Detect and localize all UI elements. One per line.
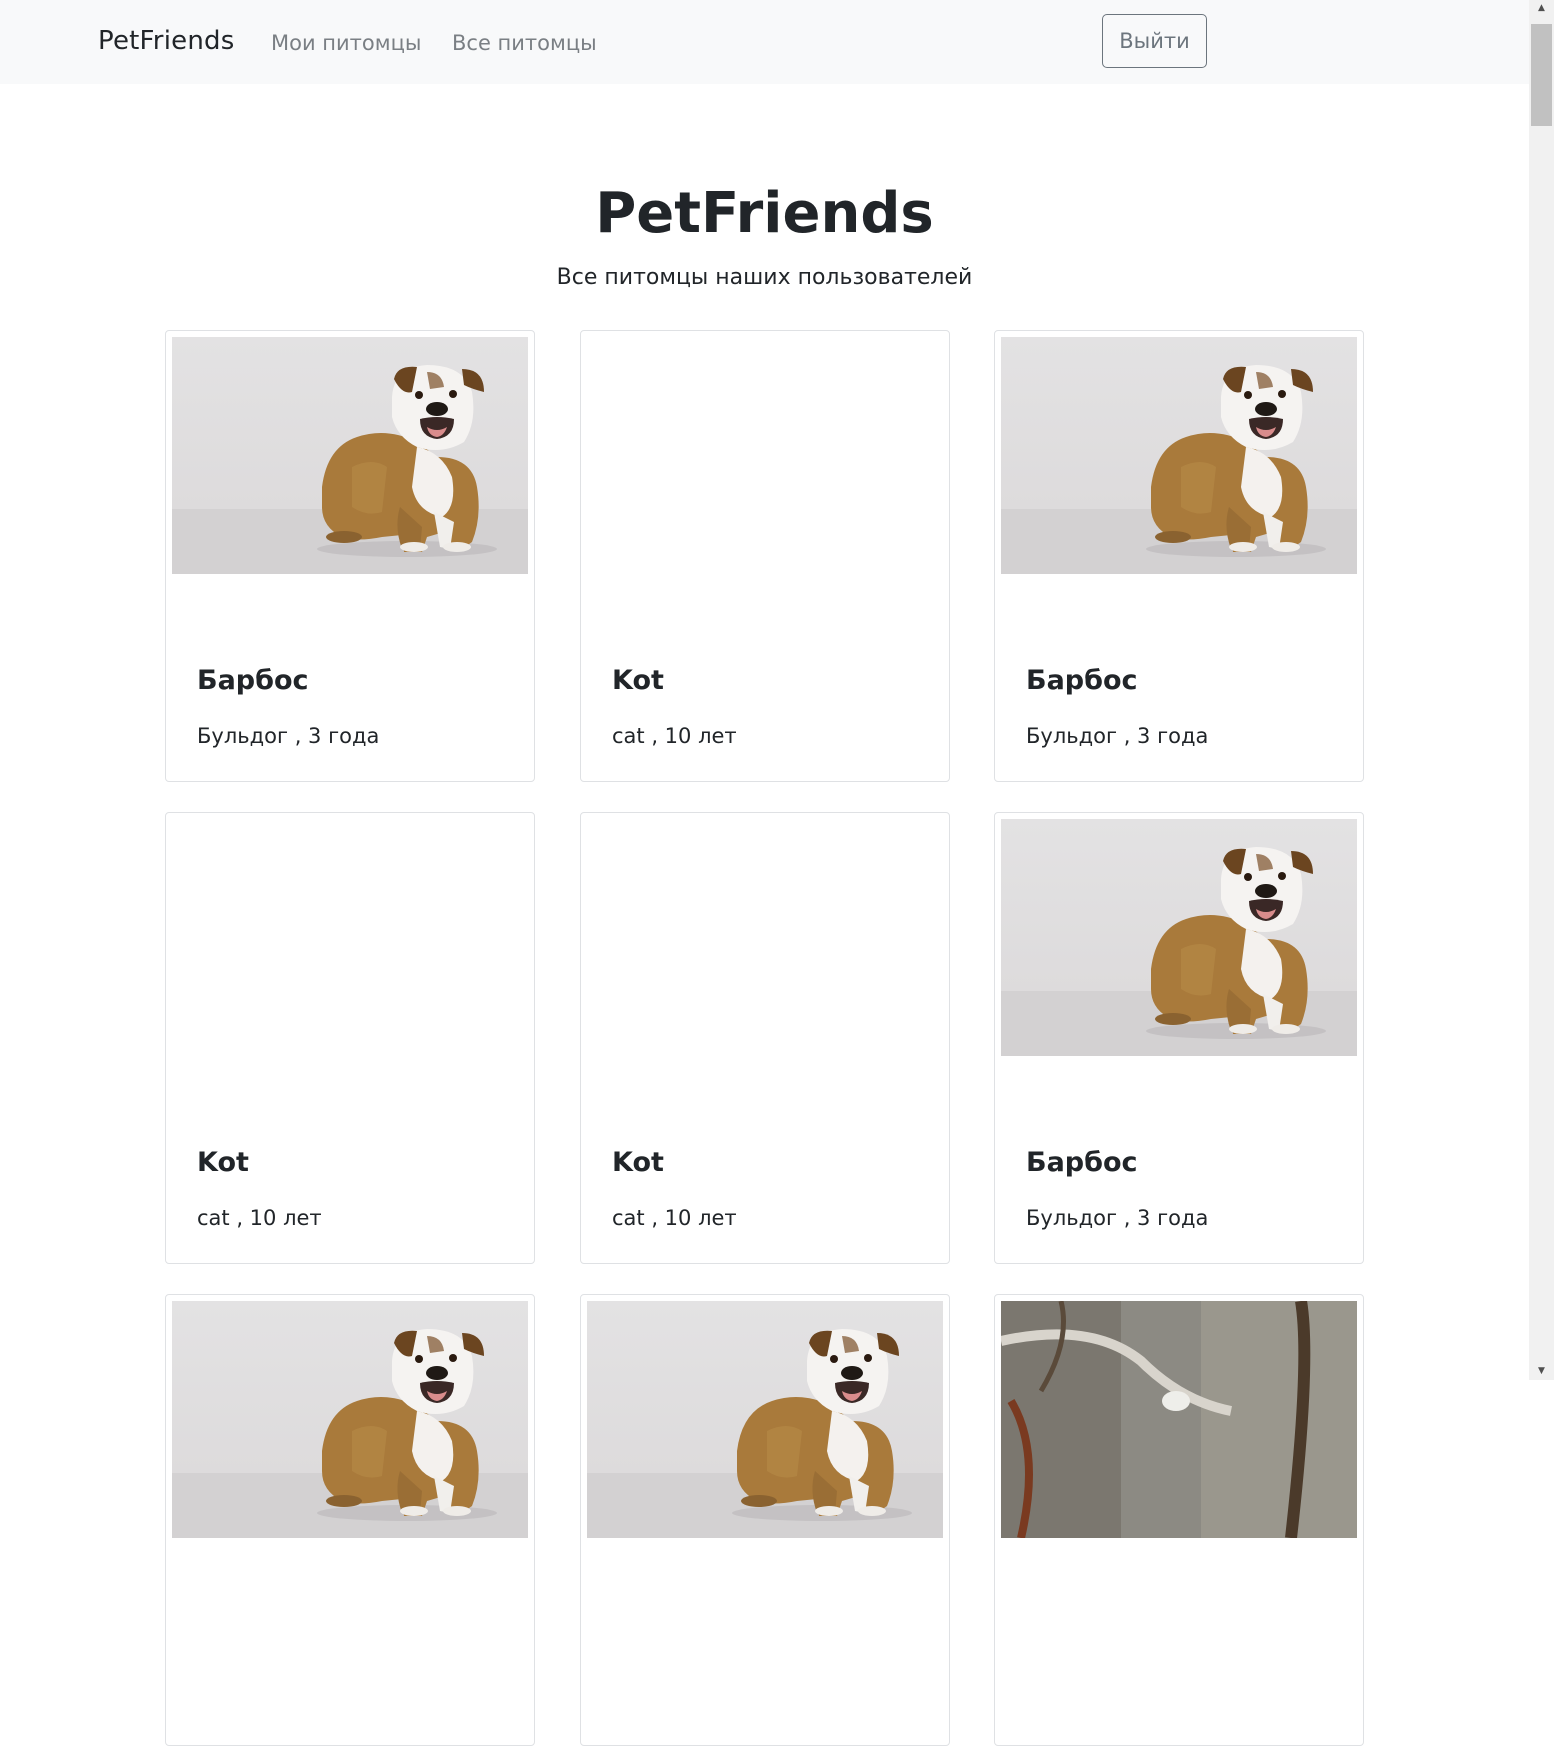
page-title: PetFriends	[595, 181, 934, 246]
pet-name: Kot	[612, 1147, 664, 1178]
pet-card: Kot cat , 10 лет	[580, 812, 950, 1264]
pet-photo-empty	[587, 337, 943, 574]
pet-photo	[172, 1301, 528, 1538]
pet-card	[165, 1294, 535, 1746]
pet-info: cat , 10 лет	[197, 1206, 322, 1230]
pet-card	[580, 1294, 950, 1746]
pet-card: Kot cat , 10 лет	[580, 330, 950, 782]
logout-button[interactable]: Выйти	[1102, 14, 1207, 68]
up-arrow-icon[interactable]: ▲	[1529, 0, 1554, 17]
pet-name: Kot	[612, 665, 664, 696]
nav-link-all-pets[interactable]: Все питомцы	[452, 31, 597, 55]
pet-name: Барбос	[197, 665, 309, 696]
pet-photo-empty	[587, 819, 943, 1056]
pet-card: Барбос Бульдог , 3 года	[165, 330, 535, 782]
pet-photo	[1001, 337, 1357, 574]
pet-info: Бульдог , 3 года	[197, 724, 380, 748]
pet-card: Барбос Бульдог , 3 года	[994, 812, 1364, 1264]
pet-card: Барбос Бульдог , 3 года	[994, 330, 1364, 782]
navbar-brand[interactable]: PetFriends	[98, 26, 234, 56]
nav-link-my-pets[interactable]: Мои питомцы	[271, 31, 421, 55]
scrollbar-thumb[interactable]	[1531, 24, 1552, 126]
down-arrow-icon[interactable]: ▼	[1529, 1363, 1554, 1380]
pet-photo-empty	[172, 819, 528, 1056]
pet-info: cat , 10 лет	[612, 1206, 737, 1230]
pet-photo	[172, 337, 528, 574]
pet-info: cat , 10 лет	[612, 724, 737, 748]
pet-card	[994, 1294, 1364, 1746]
pet-info: Бульдог , 3 года	[1026, 1206, 1209, 1230]
pet-photo	[587, 1301, 943, 1538]
navbar: PetFriends Мои питомцы Все питомцы Выйти	[0, 0, 1529, 84]
pet-name: Kot	[197, 1147, 249, 1178]
pet-card: Kot cat , 10 лет	[165, 812, 535, 1264]
pet-name: Барбос	[1026, 665, 1138, 696]
vertical-scrollbar[interactable]: ▲ ▼	[1529, 0, 1554, 1380]
page-subtitle: Все питомцы наших пользователей	[556, 265, 973, 290]
pet-name: Барбос	[1026, 1147, 1138, 1178]
pet-info: Бульдог , 3 года	[1026, 724, 1209, 748]
pet-photo	[1001, 1301, 1357, 1538]
pet-photo	[1001, 819, 1357, 1056]
